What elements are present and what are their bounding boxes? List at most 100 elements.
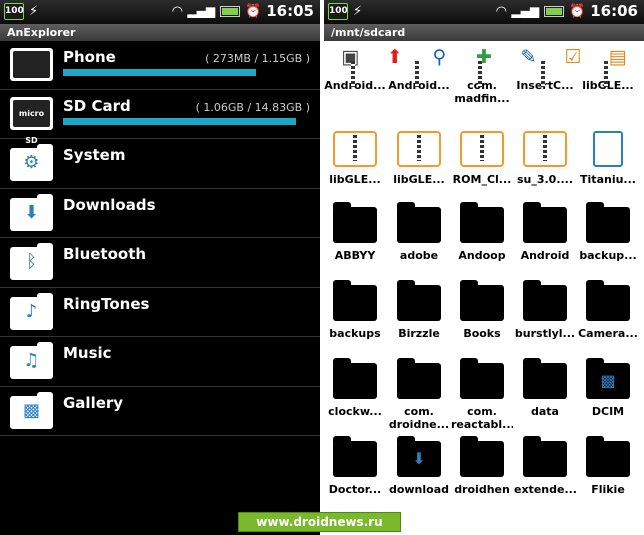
file-label: download bbox=[388, 483, 450, 496]
drive-name: Phone bbox=[63, 48, 116, 66]
file-label: Doctor... bbox=[328, 483, 382, 496]
file-item[interactable]: Titaniu... bbox=[577, 121, 639, 199]
category-name: Music bbox=[63, 344, 112, 362]
alarm-icon: ⏰ bbox=[245, 3, 262, 19]
folder-icon bbox=[333, 358, 377, 399]
file-label: droidhen bbox=[454, 483, 510, 496]
battery-percent-badge: 100 bbox=[4, 3, 24, 20]
ringtone-icon: ♪ bbox=[10, 292, 53, 330]
file-item[interactable]: su_3.0.... bbox=[514, 121, 576, 199]
music-icon: ♫ bbox=[10, 342, 53, 379]
file-label: Android bbox=[520, 249, 570, 262]
file-item[interactable]: libGLE... bbox=[388, 121, 450, 199]
zip-archive-icon bbox=[333, 131, 377, 167]
file-label: su_3.0.... bbox=[516, 173, 574, 186]
download-folder-icon: ⬇ bbox=[397, 436, 441, 477]
file-item[interactable]: backup... bbox=[577, 197, 639, 275]
bluetooth-icon: ᛒ bbox=[10, 243, 53, 280]
category-name: Gallery bbox=[63, 393, 124, 412]
file-label: Books bbox=[463, 327, 501, 340]
file-item[interactable]: Flikie bbox=[577, 431, 639, 509]
battery-percent-badge: 100 bbox=[328, 3, 348, 20]
folder-icon bbox=[586, 436, 630, 477]
gear-icon: ⚙ bbox=[10, 144, 53, 181]
file-item[interactable]: ABBYY bbox=[324, 197, 386, 275]
file-label: com. reactabl... bbox=[451, 405, 513, 431]
status-bar: 100 ⚡ ◠ ▂▄▆ ⏰ 16:05 bbox=[0, 0, 320, 24]
file-label: ABBYY bbox=[334, 249, 376, 262]
drive-name: SD Card bbox=[63, 97, 131, 115]
folder-icon bbox=[333, 436, 377, 477]
file-item[interactable]: Birzzle bbox=[388, 275, 450, 353]
file-item[interactable]: extende... bbox=[514, 431, 576, 509]
clock: 16:05 bbox=[266, 2, 314, 20]
document-icon bbox=[593, 131, 623, 167]
app-title: AnExplorer bbox=[0, 24, 320, 41]
drive-item[interactable]: micro SD SD Card ( 1.06GB / 14.83GB ) bbox=[0, 90, 320, 145]
file-item[interactable]: com. reactabl... bbox=[451, 353, 513, 431]
drive-item[interactable]: Phone ( 273MB / 1.15GB ) bbox=[0, 41, 320, 90]
file-item[interactable]: libGLE... bbox=[324, 121, 386, 199]
file-label: clockw... bbox=[328, 405, 382, 418]
file-item[interactable]: ⬇ download bbox=[388, 431, 450, 509]
folder-icon bbox=[397, 280, 441, 321]
drive-list: Phone ( 273MB / 1.15GB ) micro SD SD Card ( … bbox=[0, 41, 320, 145]
file-label: Birzzle bbox=[398, 327, 440, 340]
folder-icon bbox=[523, 202, 567, 243]
clock: 16:06 bbox=[590, 2, 638, 20]
file-item[interactable]: Books bbox=[451, 275, 513, 353]
file-item[interactable]: backups bbox=[324, 275, 386, 353]
file-label: data bbox=[531, 405, 559, 418]
file-item[interactable]: com. droidne... bbox=[388, 353, 450, 431]
file-label: libGLE... bbox=[329, 173, 381, 186]
folder-icon bbox=[333, 202, 377, 243]
file-label: extende... bbox=[514, 483, 576, 496]
file-label: InsertC... bbox=[514, 79, 576, 92]
gallery-icon: ▩ bbox=[10, 391, 53, 429]
usage-bar bbox=[63, 69, 298, 76]
category-name: Downloads bbox=[63, 195, 156, 214]
right-screen: 100 ⚡ ◠ ▂▄▆ ⏰ 16:06 /mnt/sdcard ▣ ⬆ ⚲ ✚ ✎ ☑ ▤ … bbox=[324, 0, 644, 535]
zip-archive-icon bbox=[397, 131, 441, 167]
category-item[interactable]: ⚙ System bbox=[0, 139, 320, 189]
category-item[interactable]: ▩ Gallery bbox=[0, 387, 320, 436]
current-path: /mnt/sdcard bbox=[324, 24, 644, 41]
file-label: Android... bbox=[324, 79, 386, 92]
signal-icon: ▂▄▆ bbox=[187, 4, 216, 18]
usage-bar bbox=[63, 118, 298, 125]
file-item[interactable]: ▩ DCIM bbox=[577, 353, 639, 431]
watermark: www.droidnews.ru bbox=[238, 512, 401, 532]
file-item[interactable]: droidhen bbox=[451, 431, 513, 509]
phone-storage-icon bbox=[10, 48, 53, 81]
category-name: Bluetooth bbox=[63, 245, 147, 263]
folder-icon bbox=[523, 280, 567, 321]
file-item[interactable]: Andoop bbox=[451, 197, 513, 275]
file-label: libGLE... bbox=[577, 79, 639, 92]
folder-icon bbox=[460, 202, 504, 243]
category-item[interactable]: ᛒ Bluetooth bbox=[0, 238, 320, 288]
file-label: Android... bbox=[388, 79, 450, 92]
drive-size: ( 1.06GB / 14.83GB ) bbox=[195, 101, 310, 114]
file-item[interactable]: Doctor... bbox=[324, 431, 386, 509]
drive-size: ( 273MB / 1.15GB ) bbox=[205, 52, 310, 65]
file-item[interactable]: data bbox=[514, 353, 576, 431]
file-item[interactable]: clockw... bbox=[324, 353, 386, 431]
file-label: Titaniu... bbox=[580, 173, 636, 186]
file-item[interactable]: burstlyl... bbox=[514, 275, 576, 353]
category-item[interactable]: ⬇ Downloads bbox=[0, 189, 320, 238]
file-label: backups bbox=[329, 327, 381, 340]
wifi-icon: ◠ bbox=[496, 3, 507, 19]
file-label: com. madfin... bbox=[454, 79, 510, 105]
file-item[interactable]: Android bbox=[514, 197, 576, 275]
file-label: Flikie bbox=[591, 483, 625, 496]
file-label: Andoop bbox=[458, 249, 506, 262]
category-item[interactable]: ♪ RingTones bbox=[0, 288, 320, 337]
file-item[interactable]: Camera... bbox=[577, 275, 639, 353]
file-item[interactable]: ROM_Cl... bbox=[451, 121, 513, 199]
file-label: Camera... bbox=[578, 327, 638, 340]
folder-icon bbox=[586, 280, 630, 321]
category-list: ⚙ System ⬇ Downloads ᛒ Bluetooth ♪ RingTones ♫ Mu… bbox=[0, 139, 320, 436]
file-item[interactable]: adobe bbox=[388, 197, 450, 275]
alarm-icon: ⏰ bbox=[569, 3, 586, 19]
category-item[interactable]: ♫ Music bbox=[0, 337, 320, 387]
